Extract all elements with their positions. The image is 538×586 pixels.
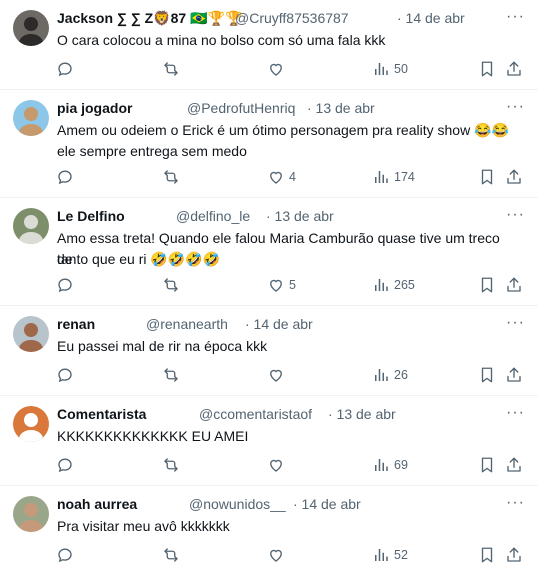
- tweet-text-line: Pra visitar meu avô kkkkkkk: [57, 518, 230, 534]
- author-handle[interactable]: @Cruyff87536787: [235, 10, 349, 26]
- tweet-text-line: O cara colocou a mina no bolso com só um…: [57, 32, 386, 48]
- views-icon[interactable]: [372, 546, 390, 564]
- more-options-icon[interactable]: ···: [506, 8, 525, 26]
- share-icon[interactable]: [505, 456, 523, 474]
- author-handle[interactable]: @delfino_le: [176, 208, 250, 224]
- share-icon[interactable]: [505, 276, 523, 294]
- tweet-date[interactable]: · 14 de abr: [245, 316, 313, 332]
- reply-icon[interactable]: [56, 546, 74, 564]
- bookmark-icon[interactable]: [478, 546, 496, 564]
- views-icon[interactable]: [372, 456, 390, 474]
- views-icon[interactable]: [372, 168, 390, 186]
- avatar[interactable]: [13, 496, 49, 532]
- like-icon[interactable]: [267, 60, 285, 78]
- tweet-date[interactable]: · 14 de abr: [293, 496, 361, 512]
- reply-tweet[interactable]: noah aurrea @nowunidos__ · 14 de abr ··· Pra…: [0, 486, 538, 576]
- views-icon[interactable]: [372, 60, 390, 78]
- views-count: 69: [394, 458, 408, 472]
- like-icon[interactable]: [267, 168, 285, 186]
- like-icon[interactable]: [267, 366, 285, 384]
- more-options-icon[interactable]: ···: [506, 206, 525, 224]
- share-icon[interactable]: [505, 60, 523, 78]
- like-icon[interactable]: [267, 276, 285, 294]
- reply-icon[interactable]: [56, 276, 74, 294]
- avatar[interactable]: [13, 100, 49, 136]
- retweet-icon[interactable]: [162, 546, 180, 564]
- likes-count: 5: [289, 278, 296, 292]
- retweet-icon[interactable]: [162, 456, 180, 474]
- tweet-divider: [0, 395, 538, 396]
- tweet-divider: [0, 197, 538, 198]
- retweet-icon[interactable]: [162, 168, 180, 186]
- reply-icon[interactable]: [56, 60, 74, 78]
- reply-icon[interactable]: [56, 366, 74, 384]
- tweet-text-line: KKKKKKKKKKKKKK EU AMEI: [57, 428, 249, 444]
- views-count: 265: [394, 278, 415, 292]
- author-name[interactable]: pia jogador: [57, 100, 132, 116]
- tweet-text-line: tanto que eu ri 🤣🤣🤣🤣: [57, 251, 221, 267]
- author-name[interactable]: Comentarista: [57, 406, 146, 422]
- likes-count: 4: [289, 170, 296, 184]
- views-count: 50: [394, 62, 408, 76]
- avatar[interactable]: [13, 406, 49, 442]
- more-options-icon[interactable]: ···: [506, 98, 525, 116]
- views-count: 52: [394, 548, 408, 562]
- retweet-icon[interactable]: [162, 366, 180, 384]
- tweet-divider: [0, 485, 538, 486]
- author-handle[interactable]: @nowunidos__: [189, 496, 286, 512]
- views-icon[interactable]: [372, 276, 390, 294]
- author-name[interactable]: Le Delfino: [57, 208, 125, 224]
- retweet-icon[interactable]: [162, 276, 180, 294]
- tweet-divider: [0, 305, 538, 306]
- more-options-icon[interactable]: ···: [506, 494, 525, 512]
- tweet-date[interactable]: · 13 de abr: [328, 406, 396, 422]
- author-name[interactable]: noah aurrea: [57, 496, 137, 512]
- avatar[interactable]: [13, 208, 49, 244]
- tweet-date[interactable]: · 14 de abr: [397, 10, 465, 26]
- reply-tweet[interactable]: Comentarista @ccomentaristaof · 13 de abr ·…: [0, 396, 538, 486]
- like-icon[interactable]: [267, 546, 285, 564]
- reply-tweet[interactable]: renan @renanearth · 14 de abr ··· Eu passei …: [0, 306, 538, 396]
- reply-tweet[interactable]: pia jogador @PedrofutHenriq · 13 de abr ···…: [0, 90, 538, 198]
- author-name[interactable]: renan: [57, 316, 95, 332]
- more-options-icon[interactable]: ···: [506, 314, 525, 332]
- reply-icon[interactable]: [56, 456, 74, 474]
- share-icon[interactable]: [505, 366, 523, 384]
- share-icon[interactable]: [505, 168, 523, 186]
- retweet-icon[interactable]: [162, 60, 180, 78]
- bookmark-icon[interactable]: [478, 60, 496, 78]
- tweet-text-line: Eu passei mal de rir na época kkk: [57, 338, 268, 354]
- author-handle[interactable]: @renanearth: [146, 316, 228, 332]
- tweet-date[interactable]: · 13 de abr: [266, 208, 334, 224]
- bookmark-icon[interactable]: [478, 366, 496, 384]
- bookmark-icon[interactable]: [478, 456, 496, 474]
- reply-tweet[interactable]: Jackson ∑ ∑ Z🦁87 🇧🇷🏆🏆 @Cruyff87536787 · 14…: [0, 0, 538, 90]
- like-icon[interactable]: [267, 456, 285, 474]
- views-count: 174: [394, 170, 415, 184]
- avatar[interactable]: [13, 10, 49, 46]
- avatar[interactable]: [13, 316, 49, 352]
- tweet-text-line: Amem ou odeiem o Erick é um ótimo person…: [57, 122, 509, 138]
- more-options-icon[interactable]: ···: [506, 404, 525, 422]
- reply-icon[interactable]: [56, 168, 74, 186]
- share-icon[interactable]: [505, 546, 523, 564]
- tweet-date[interactable]: · 13 de abr: [307, 100, 375, 116]
- tweet-divider: [0, 89, 538, 90]
- author-handle[interactable]: @ccomentaristaof: [199, 406, 312, 422]
- views-icon[interactable]: [372, 366, 390, 384]
- bookmark-icon[interactable]: [478, 168, 496, 186]
- bookmark-icon[interactable]: [478, 276, 496, 294]
- reply-tweet[interactable]: Le Delfino @delfino_le · 13 de abr ··· Amo e…: [0, 198, 538, 306]
- tweet-text-line: ele sempre entrega sem medo: [57, 143, 247, 159]
- author-handle[interactable]: @PedrofutHenriq: [187, 100, 295, 116]
- views-count: 26: [394, 368, 408, 382]
- author-name[interactable]: Jackson ∑ ∑ Z🦁87 🇧🇷🏆🏆: [57, 10, 242, 27]
